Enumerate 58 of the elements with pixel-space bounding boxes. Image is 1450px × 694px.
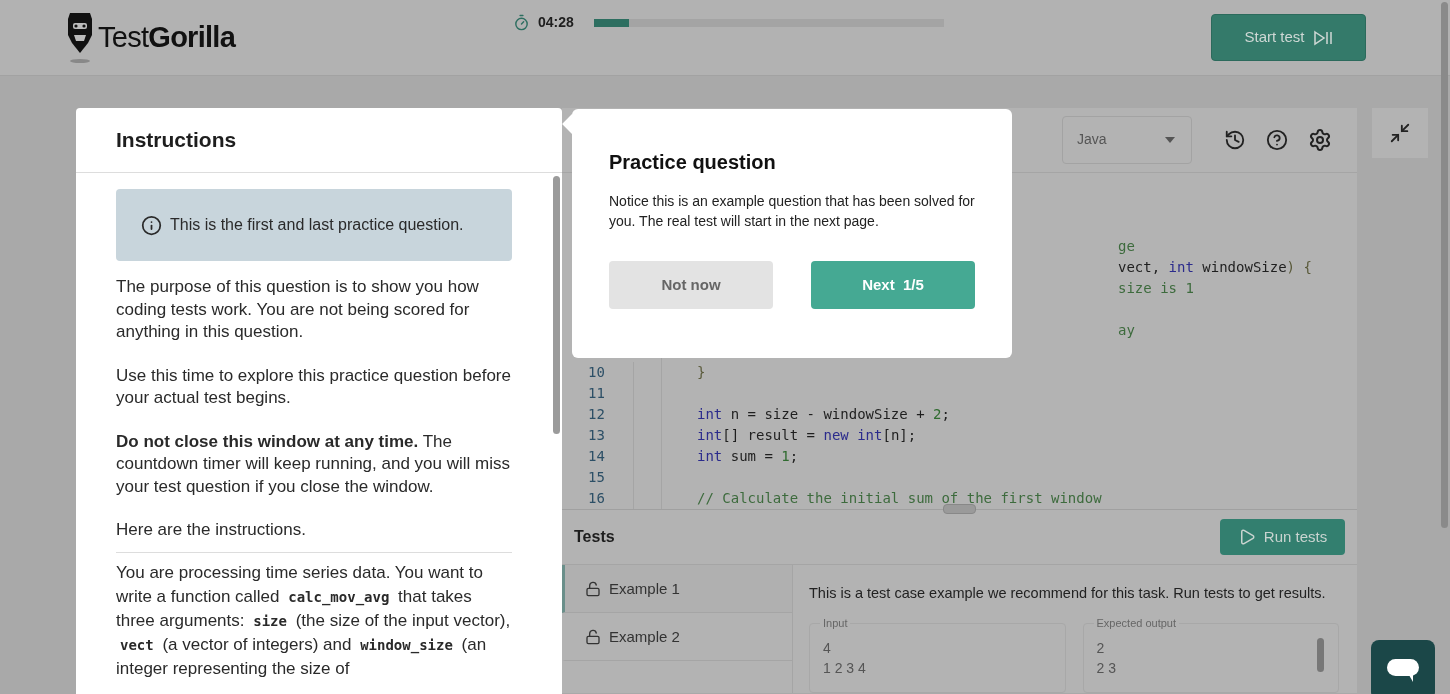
notice-text: This is the first and last practice question. xyxy=(170,214,464,235)
code-line: vect, int windowSize) { xyxy=(1118,258,1312,275)
test-description: This is a test case example we recommend for this task. Run tests to get results. xyxy=(809,584,1327,604)
line-number: 13 xyxy=(588,426,605,443)
field-value-line: 2 3 xyxy=(1096,659,1116,678)
instruction-paragraph: Do not close this window at any time. The countdown timer will keep running, and you will miss your test question if you close the window. xyxy=(116,430,511,498)
gorilla-logo-icon xyxy=(66,10,94,65)
history-icon[interactable] xyxy=(1224,128,1246,151)
code-line: } xyxy=(697,363,706,380)
timer-text: 04:28 xyxy=(538,13,574,32)
play-pause-icon xyxy=(1312,29,1333,46)
instruction-paragraph: Here are the instructions. xyxy=(116,519,307,541)
instruction-paragraph: The purpose of this question is to show you how coding tests work. You are not being scored for anything in this question. xyxy=(116,276,480,343)
field-label: Input xyxy=(820,617,851,629)
task-paragraph: You are processing time series data. You want to write a function called calc_mov_avg that takes three arguments: size (the size of the input vector), vect (a vector of integers) and window_size (an integer representing the size of xyxy=(116,561,512,680)
not-now-button[interactable]: Not now xyxy=(609,261,773,309)
chat-bubble-icon xyxy=(1387,657,1419,683)
line-number: 16 xyxy=(588,489,605,506)
code-line: int[] result = new int[n]; xyxy=(697,426,917,443)
language-select[interactable]: Java xyxy=(1062,115,1192,164)
code-line: ay xyxy=(1118,321,1135,338)
field-value-line: 4 xyxy=(823,639,831,658)
line-number: 14 xyxy=(588,447,605,464)
resize-handle[interactable] xyxy=(943,504,976,515)
instructions-title: Instructions xyxy=(116,127,237,154)
line-number: 11 xyxy=(588,384,605,401)
run-tests-button[interactable]: Run tests xyxy=(1220,519,1345,556)
lock-icon xyxy=(585,580,601,597)
code-line: int n = size - windowSize + 2; xyxy=(697,405,950,422)
example-tab[interactable]: Example 2 xyxy=(562,613,792,662)
code-line: // Calculate the initial sum of the first window xyxy=(697,489,1102,506)
collapse-icon xyxy=(1389,122,1411,144)
field-label: Expected output xyxy=(1093,617,1179,629)
help-icon[interactable] xyxy=(1266,128,1288,151)
stopwatch-icon xyxy=(513,14,530,31)
line-number: 10 xyxy=(588,363,605,380)
fullscreen-button[interactable] xyxy=(1372,108,1428,158)
code-line: ge xyxy=(1118,237,1135,254)
field-value-line: 2 xyxy=(1096,639,1105,658)
instruction-paragraph: Use this time to explore this practice question before your actual test begins. xyxy=(116,364,512,409)
lock-icon xyxy=(585,628,601,645)
settings-icon[interactable] xyxy=(1308,127,1332,152)
info-icon xyxy=(141,214,162,236)
start-test-button[interactable]: Start test xyxy=(1211,14,1366,61)
popover-title: Practice question xyxy=(609,150,777,175)
code-line: size is 1 xyxy=(1118,279,1194,296)
popover-text: Notice this is an example question that has been solved for you. The real test will start in the next page. xyxy=(609,192,975,231)
field-value-line: 1 2 3 4 xyxy=(823,659,866,678)
code-line: int sum = 1; xyxy=(697,447,799,464)
scrollbar-thumb xyxy=(1317,638,1324,672)
logo-text: TestGorilla xyxy=(98,23,236,52)
chat-button[interactable] xyxy=(1371,640,1435,694)
caret-icon xyxy=(1165,136,1175,143)
tests-title: Tests xyxy=(574,527,615,548)
line-number: 12 xyxy=(588,405,605,422)
next-button[interactable]: Next 1/5 xyxy=(811,261,975,309)
line-number: 15 xyxy=(588,468,605,485)
example-tab[interactable]: Example 1 xyxy=(562,565,792,614)
